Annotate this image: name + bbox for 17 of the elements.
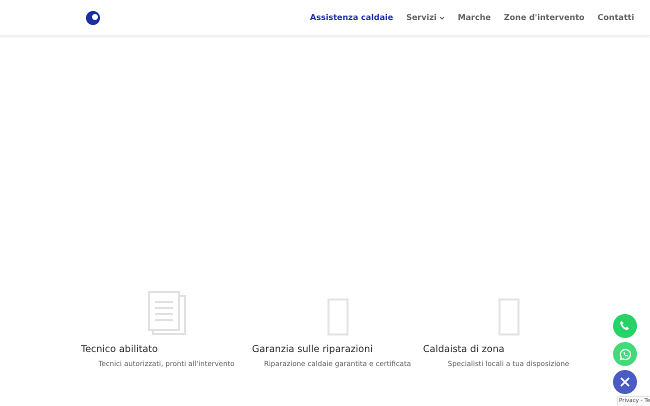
chat-bubble-icon: [618, 348, 632, 360]
close-button[interactable]: [613, 370, 637, 394]
feature-title: Caldaista di zona: [423, 344, 506, 355]
feature-title: Garanzia sulle riparazioni: [252, 344, 374, 355]
caret-icon: [438, 16, 445, 20]
nav-link[interactable]: Marche: [458, 13, 491, 22]
nav-link[interactable]: Contatti: [598, 13, 634, 22]
missing-glyph-icon: [326, 298, 348, 336]
logo-icon[interactable]: [86, 10, 100, 24]
nav-link[interactable]: Servizi: [406, 13, 445, 22]
feature-title: Tecnico abilitato: [81, 344, 159, 355]
phone-icon: [619, 320, 631, 332]
nav-link[interactable]: Zone d'intervento: [504, 13, 585, 22]
document-icon: [146, 290, 186, 336]
missing-glyph-icon: [498, 298, 520, 336]
nav-link[interactable]: Assistenza caldaie: [310, 13, 394, 22]
close-icon: [620, 377, 630, 387]
